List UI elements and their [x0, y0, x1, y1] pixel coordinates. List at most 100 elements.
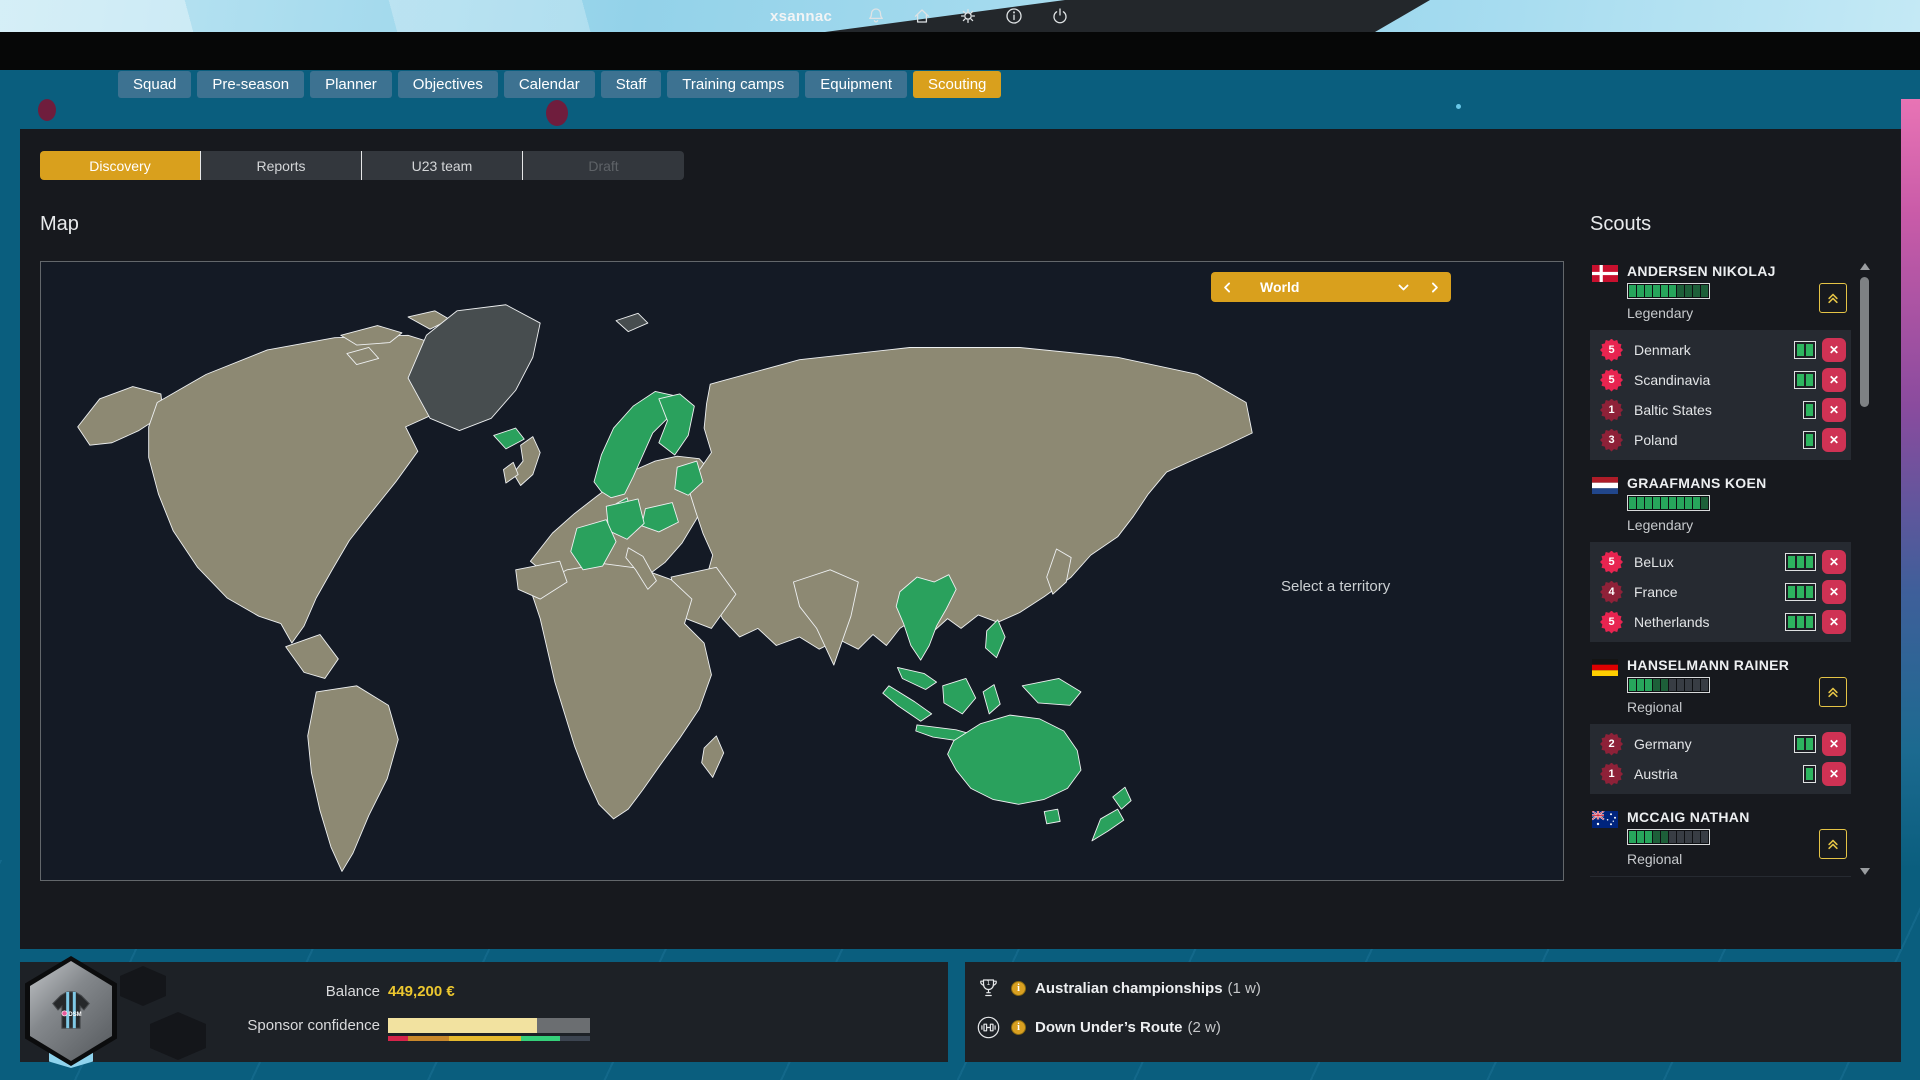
- notifications-bell-icon[interactable]: [866, 6, 886, 26]
- tab-objectives[interactable]: Objectives: [398, 71, 498, 98]
- tab-equipment[interactable]: Equipment: [805, 71, 907, 98]
- mission-actions: ✕: [1794, 368, 1846, 392]
- promote-scout-button[interactable]: [1819, 829, 1847, 859]
- promote-scout-button[interactable]: [1819, 677, 1847, 707]
- event-row[interactable]: 1 i Australian championships (1 w): [975, 975, 1261, 1002]
- scroll-up-arrow-icon[interactable]: [1860, 263, 1870, 270]
- mission-progress-icon: [1803, 431, 1816, 449]
- mission-count-badge: 3: [1600, 429, 1623, 452]
- cancel-mission-button[interactable]: ✕: [1822, 338, 1846, 362]
- event-info-icon[interactable]: i: [1011, 1020, 1026, 1035]
- scout-header: MCCAIG NATHANRegional: [1590, 807, 1851, 867]
- scout-missions: 2Germany✕1Austria✕: [1590, 724, 1851, 794]
- mission-row: 1Austria✕: [1590, 759, 1851, 789]
- mission-progress-icon: [1794, 371, 1816, 389]
- tab-calendar[interactable]: Calendar: [504, 71, 595, 98]
- info-icon[interactable]: [1004, 6, 1024, 26]
- skill-segment: [1669, 679, 1676, 691]
- cancel-mission-button[interactable]: ✕: [1822, 398, 1846, 422]
- navigation-bar: [0, 32, 1920, 70]
- promote-scout-button[interactable]: [1819, 283, 1847, 313]
- settings-gear-icon[interactable]: [958, 6, 978, 26]
- mission-count: 4: [1600, 581, 1623, 604]
- chevron-down-icon[interactable]: [1397, 281, 1410, 294]
- tab-staff[interactable]: Staff: [601, 71, 662, 98]
- mission-row: 2Germany✕: [1590, 729, 1851, 759]
- chevron-right-icon[interactable]: [1428, 281, 1441, 294]
- scout-missions: 5BeLux✕4France✕5Netherlands✕: [1590, 542, 1851, 642]
- cancel-mission-button[interactable]: ✕: [1822, 550, 1846, 574]
- subtab-draft[interactable]: Draft: [523, 151, 684, 180]
- progress-cell: [1806, 768, 1813, 780]
- cancel-mission-button[interactable]: ✕: [1822, 368, 1846, 392]
- tab-pre-season[interactable]: Pre-season: [197, 71, 304, 98]
- progress-cell: [1788, 556, 1795, 568]
- skill-segment: [1653, 497, 1660, 509]
- tab-training-camps[interactable]: Training camps: [667, 71, 799, 98]
- progress-cell: [1806, 616, 1813, 628]
- skill-segment: [1701, 285, 1708, 297]
- home-icon[interactable]: [912, 6, 932, 26]
- mission-row: 1Baltic States✕: [1590, 395, 1851, 425]
- sponsor-confidence-label: Sponsor confidence: [130, 1017, 380, 1034]
- chevron-left-icon[interactable]: [1221, 281, 1234, 294]
- skill-segment: [1653, 679, 1660, 691]
- cancel-mission-button[interactable]: ✕: [1822, 428, 1846, 452]
- event-row[interactable]: i Down Under’s Route (2 w): [975, 1014, 1221, 1041]
- subtab-u23-team[interactable]: U23 team: [362, 151, 523, 180]
- scout-info: HANSELMANN RAINER Regional: [1627, 657, 1789, 715]
- sponsor-scale-segment: [408, 1036, 448, 1041]
- progress-cell: [1797, 374, 1804, 386]
- skill-segment: [1677, 497, 1684, 509]
- scout-name[interactable]: HANSELMANN RAINER: [1627, 657, 1789, 673]
- tab-planner[interactable]: Planner: [310, 71, 392, 98]
- cancel-mission-button[interactable]: ✕: [1822, 762, 1846, 786]
- mission-progress-icon: [1794, 341, 1816, 359]
- world-map[interactable]: [41, 262, 1563, 880]
- scrollbar-thumb[interactable]: [1860, 277, 1869, 407]
- mission-territory-label: Scandinavia: [1634, 372, 1710, 388]
- mission-count-badge: 5: [1600, 551, 1623, 574]
- event-name: Australian championships: [1035, 980, 1223, 997]
- territory-selector[interactable]: World: [1211, 272, 1451, 302]
- training-dumbbell-icon: [975, 1014, 1002, 1041]
- scout-header: HANSELMANN RAINER Regional: [1590, 655, 1851, 715]
- tab-squad[interactable]: Squad: [118, 71, 191, 98]
- cancel-mission-button[interactable]: ✕: [1822, 580, 1846, 604]
- scroll-down-arrow-icon[interactable]: [1860, 868, 1870, 875]
- topbar-decoration-right: [1375, 0, 1920, 32]
- skill-segment: [1645, 285, 1652, 297]
- mission-actions: ✕: [1785, 580, 1846, 604]
- mission-progress-icon: [1794, 735, 1816, 753]
- sponsor-scale-segment: [449, 1036, 522, 1041]
- skill-segment: [1629, 285, 1636, 297]
- skill-segment: [1677, 679, 1684, 691]
- scout-name[interactable]: ANDERSEN NIKOLAJ: [1627, 263, 1776, 279]
- map-panel: World Select a territory: [40, 261, 1564, 881]
- mission-count-badge: 1: [1600, 399, 1623, 422]
- scout-name[interactable]: MCCAIG NATHAN: [1627, 809, 1750, 825]
- scout-name[interactable]: GRAAFMANS KOEN: [1627, 475, 1767, 491]
- progress-cell: [1797, 344, 1804, 356]
- cancel-mission-button[interactable]: ✕: [1822, 610, 1846, 634]
- progress-cell: [1806, 404, 1813, 416]
- mission-count: 5: [1600, 551, 1623, 574]
- subtab-discovery[interactable]: Discovery: [40, 151, 201, 180]
- scout-missions: [1590, 876, 1851, 877]
- scout-level: Regional: [1627, 699, 1789, 715]
- tab-scouting[interactable]: Scouting: [913, 71, 1001, 98]
- progress-cell: [1806, 586, 1813, 598]
- skill-segment: [1669, 831, 1676, 843]
- scout-entry: MCCAIG NATHANRegional: [1590, 807, 1851, 877]
- scouts-section-title: Scouts: [1590, 213, 1651, 236]
- team-badge[interactable]: DSM: [25, 956, 117, 1066]
- progress-cell: [1797, 586, 1804, 598]
- mission-progress-icon: [1803, 401, 1816, 419]
- power-icon[interactable]: [1050, 6, 1070, 26]
- skill-segment: [1661, 497, 1668, 509]
- cancel-mission-button[interactable]: ✕: [1822, 732, 1846, 756]
- mission-count-badge: 5: [1600, 369, 1623, 392]
- skill-segment: [1685, 679, 1692, 691]
- subtab-reports[interactable]: Reports: [201, 151, 362, 180]
- event-info-icon[interactable]: i: [1011, 981, 1026, 996]
